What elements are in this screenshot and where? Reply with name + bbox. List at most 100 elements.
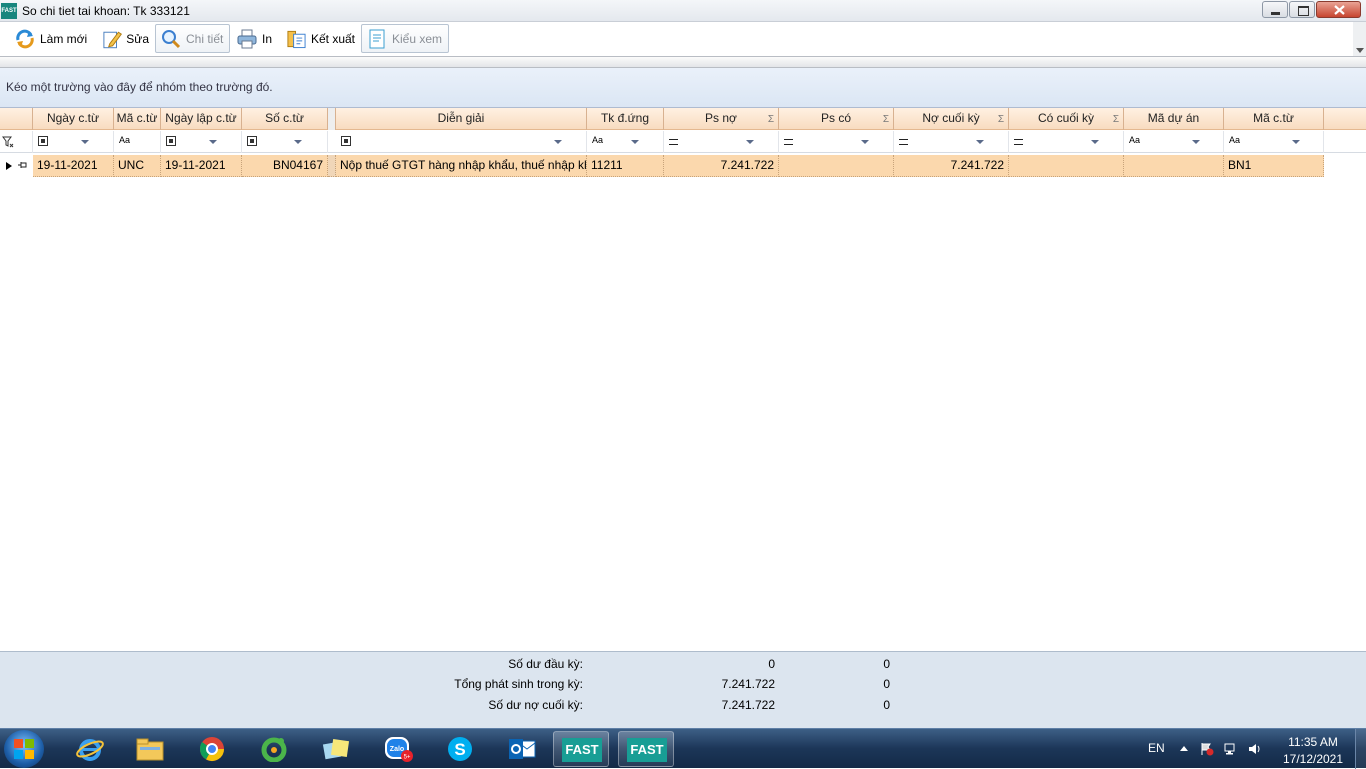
column-header-ps-co[interactable]: Ps có Σ <box>779 108 894 130</box>
column-header-dien-giai[interactable]: Diễn giải <box>336 108 587 130</box>
chevron-down-icon[interactable] <box>81 140 89 144</box>
chevron-down-icon[interactable] <box>294 140 302 144</box>
chevron-down-icon[interactable] <box>1292 140 1300 144</box>
cell-no-cuoi-ky[interactable]: 7.241.722 <box>894 155 1009 177</box>
export-button[interactable]: Kết xuất <box>281 24 360 53</box>
clock-time[interactable]: 11:35 AM <box>1270 735 1356 749</box>
cell-so-ctu[interactable]: BN04167 <box>242 155 328 177</box>
close-button[interactable] <box>1316 1 1361 18</box>
cell-ma-ctu2[interactable]: BN1 <box>1224 155 1324 177</box>
filter-co-cuoi-ky[interactable] <box>1009 131 1124 153</box>
flag-alert-icon[interactable] <box>1200 742 1214 756</box>
filter-so-ctu[interactable] <box>242 131 328 153</box>
toolbar-scrollbar[interactable] <box>1353 22 1366 56</box>
filter-operator-icon[interactable] <box>166 135 176 148</box>
taskbar-outlook[interactable] <box>494 731 550 767</box>
taskbar-notes[interactable] <box>308 731 364 767</box>
splitter-bar[interactable] <box>0 56 1366 68</box>
taskbar-internet-explorer[interactable] <box>62 731 118 767</box>
taskbar-skype[interactable]: S <box>432 731 488 767</box>
column-header-tk-dung[interactable]: Tk đ.ứng <box>587 108 664 130</box>
minimize-button[interactable] <box>1262 1 1288 18</box>
column-splitter[interactable] <box>328 108 336 130</box>
language-indicator[interactable]: EN <box>1148 741 1165 755</box>
filter-equals-icon[interactable] <box>784 135 793 145</box>
chevron-down-icon[interactable] <box>1192 140 1200 144</box>
column-header-ngay-lap[interactable]: Ngày lập c.từ <box>161 108 242 130</box>
filter-operator-icon[interactable] <box>38 135 48 148</box>
filter-operator-text[interactable]: Aa <box>592 135 603 145</box>
cell-tk-dung[interactable]: 11211 <box>587 155 664 177</box>
filter-equals-icon[interactable] <box>1014 135 1023 145</box>
clock-date[interactable]: 17/12/2021 <box>1270 752 1356 766</box>
chevron-down-icon[interactable] <box>1091 140 1099 144</box>
chevron-down-icon[interactable] <box>209 140 217 144</box>
chevron-down-icon[interactable] <box>631 140 639 144</box>
filter-ngay-lap[interactable] <box>161 131 242 153</box>
column-header-so-ctu[interactable]: Số c.từ <box>242 108 328 130</box>
volume-icon[interactable] <box>1248 742 1262 756</box>
column-header-ma-ctu2[interactable]: Mã c.từ <box>1224 108 1324 130</box>
taskbar-fast-1[interactable]: FAST <box>553 731 609 767</box>
column-header-ngay-ctu[interactable]: Ngày c.từ <box>33 108 114 130</box>
filter-tk-dung[interactable]: Aa <box>587 131 664 153</box>
filter-ngay-ctu[interactable] <box>33 131 114 153</box>
cell-co-cuoi-ky[interactable] <box>1009 155 1124 177</box>
filter-dien-giai[interactable] <box>336 131 587 153</box>
filter-ma-du-an[interactable]: Aa <box>1124 131 1224 153</box>
chevron-down-icon[interactable] <box>554 140 562 144</box>
filter-equals-icon[interactable] <box>669 135 678 145</box>
filter-operator-text[interactable]: Aa <box>1129 135 1140 145</box>
sum-icon[interactable]: Σ <box>1113 109 1119 130</box>
view-style-button[interactable]: Kiểu xem <box>361 24 449 53</box>
filter-ps-co[interactable] <box>779 131 894 153</box>
column-header-no-cuoi-ky[interactable]: Nợ cuối kỳ Σ <box>894 108 1009 130</box>
sum-icon[interactable]: Σ <box>998 109 1004 130</box>
chevron-down-icon[interactable] <box>861 140 869 144</box>
group-by-panel[interactable]: Kéo một trường vào đây để nhóm theo trườ… <box>0 68 1366 108</box>
filter-equals-icon[interactable] <box>899 135 908 145</box>
refresh-button[interactable]: Làm mới <box>9 24 95 53</box>
filter-operator-text[interactable]: Aa <box>119 135 130 145</box>
filter-operator-icon[interactable] <box>247 135 257 148</box>
column-header-ma-du-an[interactable]: Mã dự án <box>1124 108 1224 130</box>
pin-icon[interactable] <box>18 161 28 169</box>
cell-ngay-lap[interactable]: 19-11-2021 <box>161 155 242 177</box>
table-row[interactable]: 19-11-2021 UNC 19-11-2021 BN04167 Nộp th… <box>0 155 1324 177</box>
filter-ps-no[interactable] <box>664 131 779 153</box>
column-header-ma-ct[interactable]: Mã c.từ <box>114 108 161 130</box>
sum-icon[interactable]: Σ <box>883 109 889 130</box>
show-desktop-button[interactable] <box>1355 729 1366 769</box>
print-button[interactable]: In <box>231 24 280 53</box>
column-header-co-cuoi-ky[interactable]: Có cuối kỳ Σ <box>1009 108 1124 130</box>
taskbar-coccoc[interactable] <box>246 731 302 767</box>
taskbar-file-explorer[interactable] <box>122 731 178 767</box>
tray-expand-icon[interactable] <box>1180 746 1188 751</box>
chevron-down-icon[interactable] <box>746 140 754 144</box>
cell-dien-giai[interactable]: Nộp thuế GTGT hàng nhập khẩu, thuế nhập … <box>336 155 587 177</box>
cell-ps-co[interactable] <box>779 155 894 177</box>
cell-ps-no[interactable]: 7.241.722 <box>664 155 779 177</box>
cell-ma-ct[interactable]: UNC <box>114 155 161 177</box>
taskbar-fast-2[interactable]: FAST <box>618 731 674 767</box>
cell-ngay-ctu[interactable]: 19-11-2021 <box>33 155 114 177</box>
filter-operator-text[interactable]: Aa <box>1229 135 1240 145</box>
maximize-button[interactable] <box>1289 1 1315 18</box>
network-icon[interactable] <box>1224 742 1238 756</box>
column-header-ps-no[interactable]: Ps nợ Σ <box>664 108 779 130</box>
taskbar-zalo[interactable]: Zalo 5+ <box>370 731 426 767</box>
sum-icon[interactable]: Σ <box>768 109 774 130</box>
filter-ma-ct[interactable]: Aa <box>114 131 161 153</box>
filter-icon[interactable] <box>2 136 14 148</box>
taskbar-chrome[interactable] <box>184 731 240 767</box>
filter-ma-ctu2[interactable]: Aa <box>1224 131 1324 153</box>
filter-no-cuoi-ky[interactable] <box>894 131 1009 153</box>
start-button[interactable] <box>4 730 44 768</box>
cell-ma-du-an[interactable] <box>1124 155 1224 177</box>
filter-operator-icon[interactable] <box>341 135 351 148</box>
detail-button[interactable]: Chi tiết <box>155 24 230 53</box>
row-indicator[interactable] <box>0 155 33 177</box>
refresh-icon <box>16 29 34 48</box>
chevron-down-icon[interactable] <box>976 140 984 144</box>
edit-button[interactable]: Sửa <box>96 24 154 53</box>
